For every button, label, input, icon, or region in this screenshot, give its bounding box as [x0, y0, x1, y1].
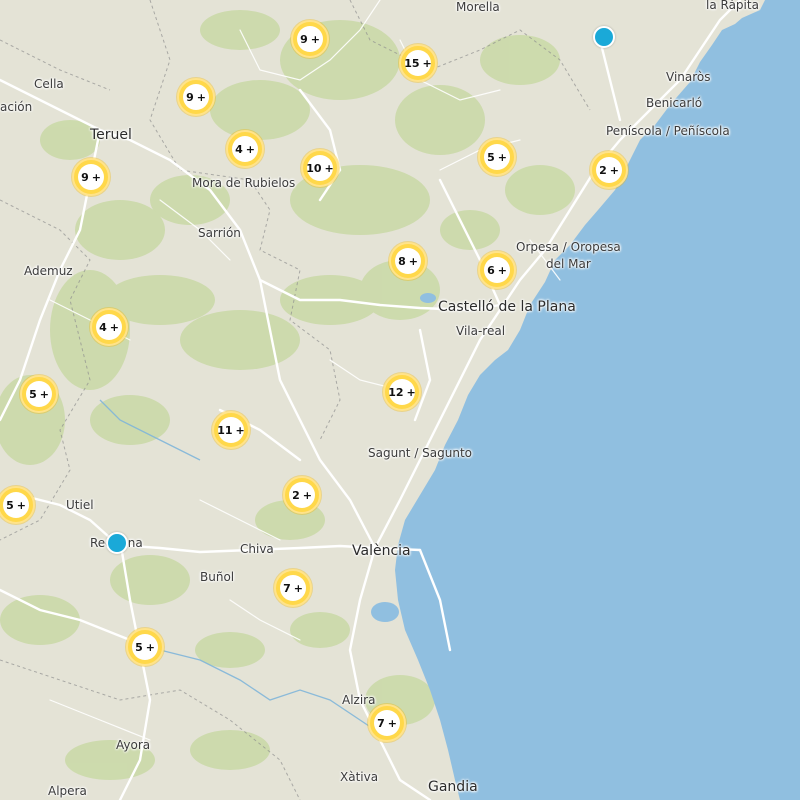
place-label-valencia: València — [352, 543, 411, 559]
cluster-marker[interactable]: 2 + — [283, 476, 321, 514]
cluster-marker[interactable]: 2 + — [590, 151, 628, 189]
cluster-marker[interactable]: 15 + — [399, 44, 437, 82]
cluster-marker[interactable]: 4 + — [226, 130, 264, 168]
place-label-cella: Cella — [34, 77, 64, 91]
place-label-vinaros: Vinaròs — [666, 70, 711, 84]
cluster-marker[interactable]: 5 + — [126, 628, 164, 666]
cluster-marker[interactable]: 4 + — [90, 308, 128, 346]
cluster-count: 9 — [300, 32, 308, 46]
cluster-count: 7 — [377, 716, 385, 730]
cluster-marker[interactable]: 12 + — [383, 373, 421, 411]
cluster-count: 2 — [292, 488, 300, 502]
place-label-teruel: Teruel — [90, 127, 132, 143]
cluster-marker[interactable]: 10 + — [301, 149, 339, 187]
cluster-marker[interactable]: 9 + — [291, 20, 329, 58]
place-label-castello-de-la-plana: Castelló de la Plana — [438, 299, 576, 315]
cluster-count: 6 — [487, 263, 495, 277]
cluster-marker[interactable]: 5 + — [478, 138, 516, 176]
location-marker-icon[interactable] — [106, 532, 128, 554]
place-label-ayora: Ayora — [116, 738, 151, 752]
place-label-xativa: Xàtiva — [340, 770, 379, 784]
place-label-chiva: Chiva — [240, 542, 274, 556]
cluster-marker[interactable]: 9 + — [177, 78, 215, 116]
place-label-gandia: Gandia — [428, 779, 478, 795]
place-label-sagunt: Sagunt / Sagunto — [368, 446, 473, 460]
place-label-orpesa: Orpesa / Oropesa — [516, 240, 621, 254]
cluster-count: 4 — [99, 320, 107, 334]
place-label-alpera: Alpera — [48, 784, 87, 798]
place-label-ademuz: Ademuz — [24, 264, 73, 278]
place-label-vila-real: Vila-real — [456, 324, 506, 338]
cluster-count: 2 — [599, 163, 607, 177]
cluster-marker[interactable]: 8 + — [389, 242, 427, 280]
cluster-marker[interactable]: 7 + — [368, 704, 406, 742]
cluster-count: 12 — [388, 385, 404, 399]
place-label-la-rapita: la Ràpita — [706, 0, 759, 12]
cluster-count: 5 — [135, 640, 143, 654]
place-label-benicarlo: Benicarló — [646, 96, 703, 110]
place-label-mora-de-rubielos: Mora de Rubielos — [192, 176, 296, 190]
cluster-count: 8 — [398, 254, 406, 268]
location-marker-icon[interactable] — [593, 26, 615, 48]
cluster-count: 9 — [81, 170, 89, 184]
place-label-peniscola: Peníscola / Peñíscola — [606, 124, 730, 138]
place-label-bunol: Buñol — [200, 570, 235, 584]
place-label-morella: Morella — [456, 0, 500, 14]
cluster-marker[interactable]: 6 + — [478, 251, 516, 289]
cluster-count: 5 — [487, 150, 495, 164]
place-label-utiel: Utiel — [66, 498, 94, 512]
cluster-marker[interactable]: 7 + — [274, 569, 312, 607]
place-label-acion: ación — [0, 100, 33, 114]
cluster-count: 4 — [235, 142, 243, 156]
cluster-marker[interactable]: 9 + — [72, 158, 110, 196]
cluster-count: 7 — [283, 581, 291, 595]
cluster-marker[interactable]: 11 + — [212, 411, 250, 449]
place-label-sarrion: Sarrión — [198, 226, 241, 240]
cluster-count: 10 — [306, 161, 322, 175]
cluster-marker[interactable]: 5 + — [20, 375, 58, 413]
cluster-count: 11 — [217, 423, 233, 437]
cluster-count: 5 — [29, 387, 37, 401]
place-label-alzira: Alzira — [342, 693, 376, 707]
cluster-count: 5 — [6, 498, 14, 512]
cluster-count: 15 — [404, 56, 420, 70]
place-label-del-mar: del Mar — [546, 257, 591, 271]
map-canvas[interactable]: Morella la Ràpita Cella Vinaròs Benicarl… — [0, 0, 800, 800]
cluster-count: 9 — [186, 90, 194, 104]
